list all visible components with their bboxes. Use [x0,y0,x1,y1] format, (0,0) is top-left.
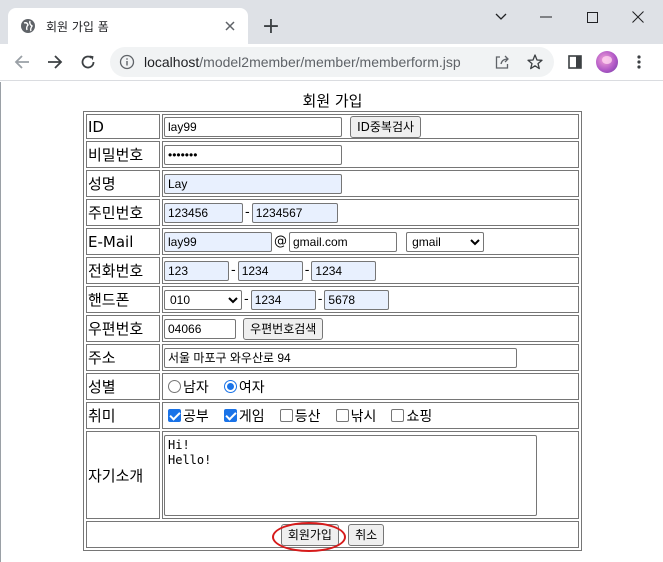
gender-label: 성별 [86,373,160,400]
info-icon[interactable] [119,54,135,70]
page-title: 회원 가입 [302,92,363,110]
email-user-input[interactable] [164,231,272,252]
id-input[interactable] [164,116,342,137]
jumin-label: 주민번호 [86,199,160,226]
forward-arrow-icon[interactable] [41,48,69,76]
more-menu-icon[interactable] [625,48,653,76]
gender-male-label: 남자 [183,379,209,396]
url-text[interactable]: localhost/model2member/member/memberform… [144,54,461,70]
cancel-button[interactable]: 취소 [348,523,385,546]
globe-icon [20,18,36,34]
password-label: 비밀번호 [86,141,160,168]
tab-search-chevron-icon[interactable] [478,2,524,32]
phone-part1-input[interactable] [164,260,229,281]
mobile-prefix-select[interactable]: 010 [164,289,242,310]
hobby-hiking-label: 등산 [294,408,321,425]
maximize-icon[interactable] [569,2,615,32]
back-arrow-icon[interactable] [8,48,36,76]
hobby-game-checkbox[interactable] [223,409,237,423]
url-host: localhost [144,54,200,70]
browser-toolbar: localhost/model2member/member/memberform… [0,44,663,81]
member-form-table: ID ID중복검사 비밀번호 성명 주민번호 - E-Mail [83,111,582,552]
gender-female-radio[interactable] [223,380,237,394]
bookmark-star-icon[interactable] [526,53,544,71]
share-icon[interactable] [494,54,510,70]
hobby-shopping-checkbox[interactable] [391,409,405,423]
address-bar[interactable]: localhost/model2member/member/memberform… [110,47,554,77]
profile-avatar[interactable] [593,48,621,76]
form-actions: 회원가입 취소 [86,521,579,552]
hobby-fishing-checkbox[interactable] [335,409,349,423]
minimize-icon[interactable] [523,2,569,32]
reload-icon[interactable] [74,48,102,76]
address-label: 주소 [86,344,160,371]
zipcode-search-button[interactable]: 우편번호검색 [243,317,324,340]
submit-button[interactable]: 회원가입 [280,523,339,546]
email-domain-select[interactable]: gmail [406,231,485,252]
phone-separator-2: - [304,263,310,279]
mobile-label: 핸드폰 [86,286,160,313]
hobby-label: 취미 [86,402,160,429]
email-label: E-Mail [86,228,160,255]
hobby-fishing-label: 낚시 [350,408,377,425]
hobby-game-label: 게임 [238,408,265,425]
gender-female-label: 여자 [238,379,265,396]
url-path: /model2member/member/memberform.jsp [199,54,461,70]
intro-textarea[interactable]: Hi! Hello! [164,434,537,516]
mobile-separator-2: - [317,292,323,308]
jumin-first-input[interactable] [164,202,243,223]
side-panel-icon[interactable] [561,48,589,76]
browser-tab[interactable]: 회원 가입 폼 [8,8,248,44]
mobile-part2-input[interactable] [250,289,316,310]
hobby-shopping-label: 쇼핑 [406,408,433,425]
page-viewport: 회원 가입 ID ID중복검사 비밀번호 성명 주민번호 - [0,82,663,562]
id-label: ID [86,114,160,139]
id-duplicate-check-button[interactable]: ID중복검사 [350,115,422,138]
password-input[interactable] [164,144,342,165]
phone-label: 전화번호 [86,257,160,284]
email-domain-input[interactable] [289,231,397,252]
new-tab-button[interactable]: + [258,14,284,40]
zipcode-input[interactable] [164,318,236,339]
address-input[interactable] [164,347,517,368]
phone-separator-1: - [231,263,236,279]
jumin-separator: - [245,205,250,221]
tab-close-icon[interactable] [220,16,240,36]
intro-label: 자기소개 [86,431,160,519]
email-at-sign: @ [274,234,287,250]
name-label: 성명 [86,170,160,197]
phone-part2-input[interactable] [237,260,303,281]
zipcode-label: 우편번호 [86,315,160,342]
tab-title: 회원 가입 폼 [46,19,109,34]
phone-part3-input[interactable] [311,260,377,281]
mobile-separator-1: - [244,292,249,308]
hobby-study-label: 공부 [183,408,209,425]
mobile-part3-input[interactable] [324,289,390,310]
jumin-second-input[interactable] [251,202,338,223]
tab-strip: 회원 가입 폼 + [0,0,663,44]
hobby-hiking-checkbox[interactable] [279,409,293,423]
window-close-icon[interactable] [615,2,661,32]
avatar-image [596,51,618,73]
hobby-study-checkbox[interactable] [168,409,181,423]
gender-male-radio[interactable] [168,380,181,394]
name-input[interactable] [164,173,342,194]
